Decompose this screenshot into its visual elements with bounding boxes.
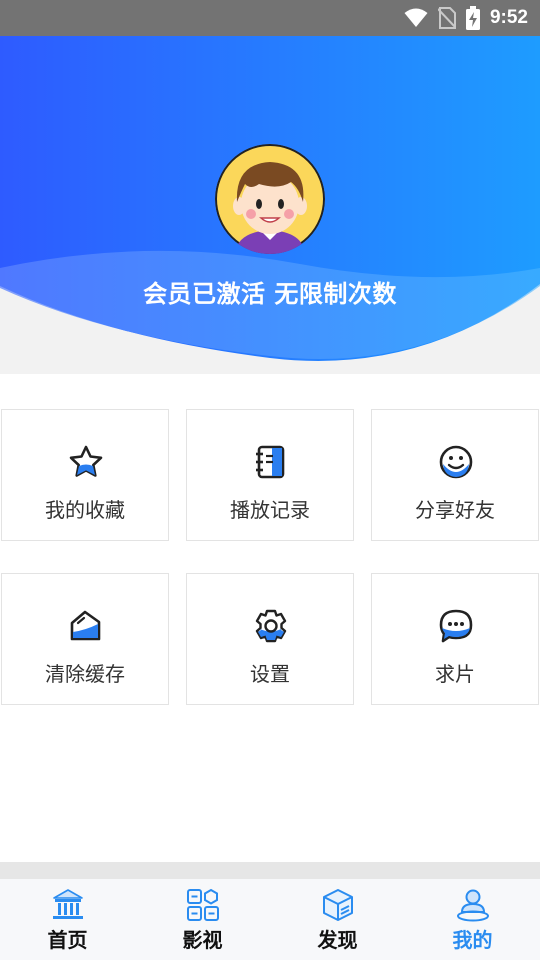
profile-header: 会员已激活 无限制次数 (0, 36, 540, 374)
star-icon (69, 445, 103, 477)
menu-item-history[interactable]: 播放记录 (186, 409, 354, 541)
menu-item-settings[interactable]: 设置 (186, 573, 354, 705)
gear-icon (255, 609, 287, 643)
cube-icon (322, 889, 353, 921)
tab-label: 发现 (317, 928, 358, 952)
menu-item-label: 分享好友 (415, 498, 495, 522)
chat-bubble-icon (439, 609, 473, 643)
broom-icon (70, 610, 101, 641)
divider (0, 862, 540, 879)
status-time: 9:52 (489, 7, 528, 28)
tab-label: 首页 (47, 928, 88, 952)
menu-item-clear-cache[interactable]: 清除缓存 (1, 573, 169, 705)
menu-item-label: 清除缓存 (45, 662, 125, 686)
battery-charging-icon (465, 6, 480, 30)
membership-status: 会员已激活 无限制次数 (143, 280, 397, 308)
bottom-tab-bar: 首页 影视 发现 我的 (0, 879, 540, 960)
tab-label: 影视 (182, 928, 223, 952)
grid-apps-icon (186, 888, 219, 921)
no-sim-icon (437, 7, 456, 29)
menu-item-favorites[interactable]: 我的收藏 (1, 409, 169, 541)
status-icons: 9:52 (404, 0, 528, 36)
status-bar: 9:52 (0, 0, 540, 36)
wifi-icon (404, 8, 428, 27)
menu-item-label: 播放记录 (230, 498, 310, 522)
home-building-icon (52, 889, 83, 919)
smiley-icon (439, 445, 473, 479)
tab-videos[interactable]: 影视 (135, 879, 270, 960)
menu-item-request[interactable]: 求片 (371, 573, 539, 705)
avatar[interactable] (215, 144, 325, 254)
tab-discover[interactable]: 发现 (270, 879, 405, 960)
notebook-icon (256, 445, 285, 479)
tab-mine[interactable]: 我的 (405, 879, 540, 960)
avatar-boy-icon (215, 144, 325, 254)
user-icon (456, 889, 489, 922)
menu-item-share[interactable]: 分享好友 (371, 409, 539, 541)
menu-item-label: 设置 (250, 662, 290, 686)
tab-home[interactable]: 首页 (0, 879, 135, 960)
menu-item-label: 我的收藏 (45, 498, 125, 522)
tab-label: 我的 (452, 928, 493, 952)
menu-item-label: 求片 (435, 662, 475, 686)
